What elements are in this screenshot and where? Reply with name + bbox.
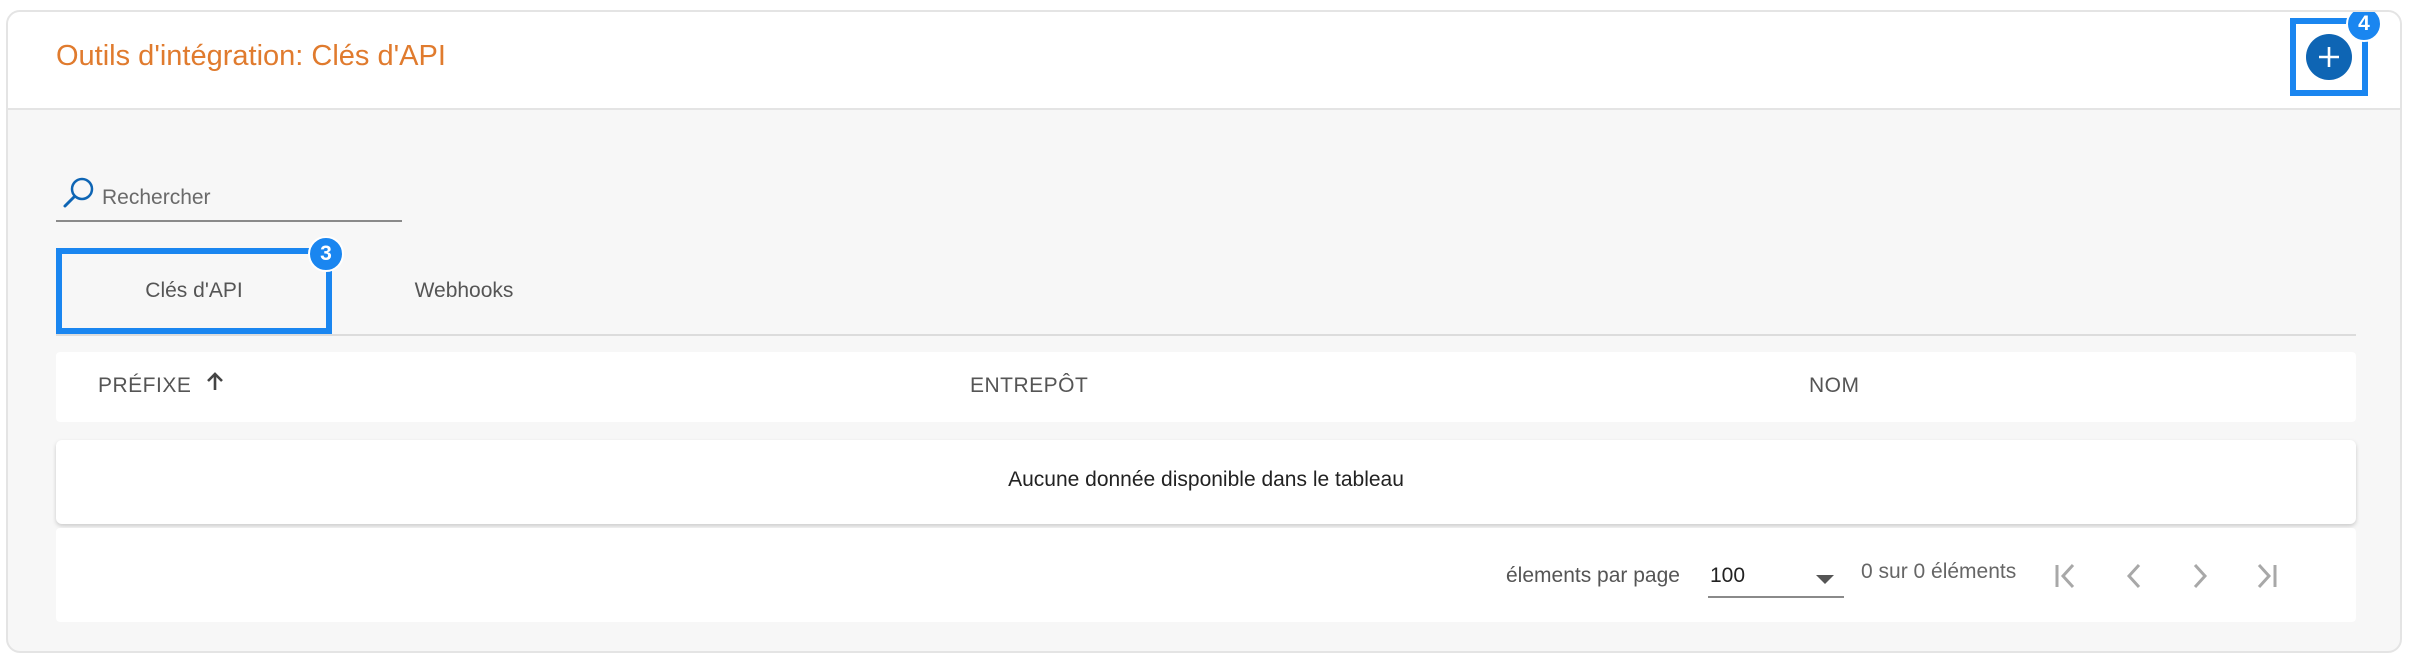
chevron-left-icon <box>2114 563 2154 599</box>
first-page-button[interactable] <box>2046 556 2086 596</box>
arrow-up-icon <box>206 371 224 397</box>
tab-bar: Clés d'API Webhooks <box>56 248 2356 336</box>
column-header-prefix-label: PRÉFIXE <box>98 374 192 397</box>
annotation-badge-3: 3 <box>308 236 344 272</box>
card-header: Outils d'intégration: Clés d'API <box>8 12 2400 110</box>
chevron-right-icon <box>2180 563 2220 599</box>
first-page-icon <box>2046 563 2086 599</box>
search-icon <box>62 176 96 215</box>
table-header: PRÉFIXE ENTREPÔT NOM <box>56 352 2356 422</box>
pagination-range-text: 0 sur 0 éléments <box>1861 560 2017 583</box>
chevron-down-icon <box>1816 572 1834 590</box>
tab-webhooks[interactable]: Webhooks <box>332 248 596 334</box>
items-per-page-label: élements par page <box>1506 564 1680 587</box>
items-per-page-value: 100 <box>1710 564 1746 587</box>
plus-icon <box>2319 47 2339 67</box>
table-empty-row: Aucune donnée disponible dans le tableau <box>56 440 2356 524</box>
previous-page-button[interactable] <box>2114 556 2154 596</box>
last-page-icon <box>2246 563 2286 599</box>
page-title: Outils d'intégration: Clés d'API <box>56 40 446 72</box>
table-footer-pagination: élements par page 100 0 sur 0 éléments <box>56 528 2356 622</box>
search-input[interactable] <box>100 182 394 214</box>
column-header-name[interactable]: NOM <box>1809 374 1860 398</box>
search-field[interactable] <box>56 168 402 222</box>
column-header-prefix[interactable]: PRÉFIXE <box>98 371 224 398</box>
column-header-warehouse[interactable]: ENTREPÔT <box>970 374 1088 398</box>
add-api-key-button[interactable] <box>2306 34 2352 80</box>
empty-table-message: Aucune donnée disponible dans le tableau <box>1008 468 1404 491</box>
last-page-button[interactable] <box>2246 556 2286 596</box>
tab-webhooks-label: Webhooks <box>414 279 514 302</box>
tab-api-keys[interactable]: Clés d'API <box>56 248 332 334</box>
tab-api-keys-label: Clés d'API <box>145 279 243 302</box>
next-page-button[interactable] <box>2180 556 2220 596</box>
integration-tools-card: Outils d'intégration: Clés d'API Clés d'… <box>6 10 2402 653</box>
items-per-page-select[interactable]: 100 <box>1708 554 1844 598</box>
